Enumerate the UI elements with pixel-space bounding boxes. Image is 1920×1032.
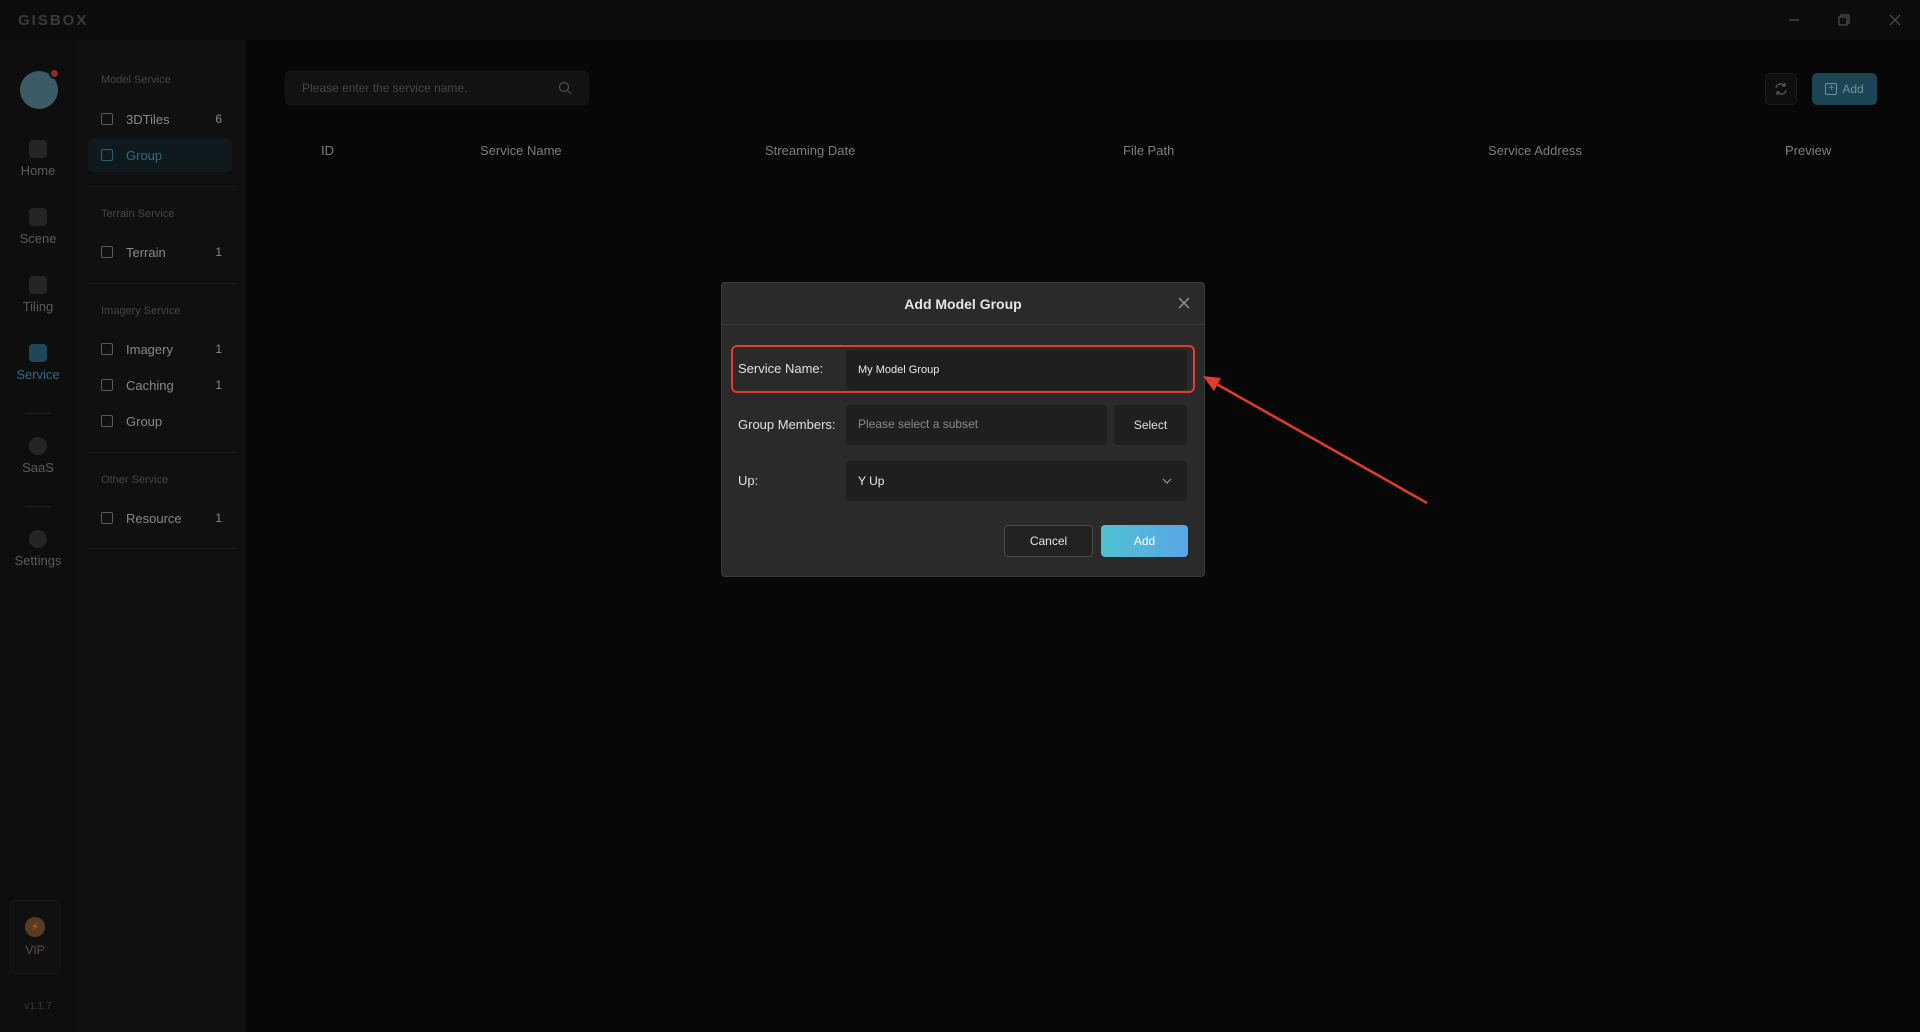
cancel-button[interactable]: Cancel xyxy=(1004,525,1093,557)
group-members-field[interactable] xyxy=(846,405,1107,445)
group-members-input[interactable] xyxy=(858,419,1107,431)
up-axis-value: Y Up xyxy=(858,474,885,488)
dialog-header: Add Model Group xyxy=(722,283,1204,325)
select-button[interactable]: Select xyxy=(1114,405,1187,445)
up-axis-select[interactable]: Y Up xyxy=(846,461,1187,501)
dialog-title: Add Model Group xyxy=(904,296,1022,312)
group-members-label: Group Members: xyxy=(738,417,836,432)
chevron-down-icon xyxy=(1162,478,1172,484)
annotation-highlight-box xyxy=(731,345,1195,393)
up-axis-label: Up: xyxy=(738,473,759,488)
add-model-group-dialog: Add Model Group Service Name: Group Memb… xyxy=(721,282,1205,577)
add-button[interactable]: Add xyxy=(1101,525,1188,557)
close-icon[interactable] xyxy=(1176,295,1192,311)
